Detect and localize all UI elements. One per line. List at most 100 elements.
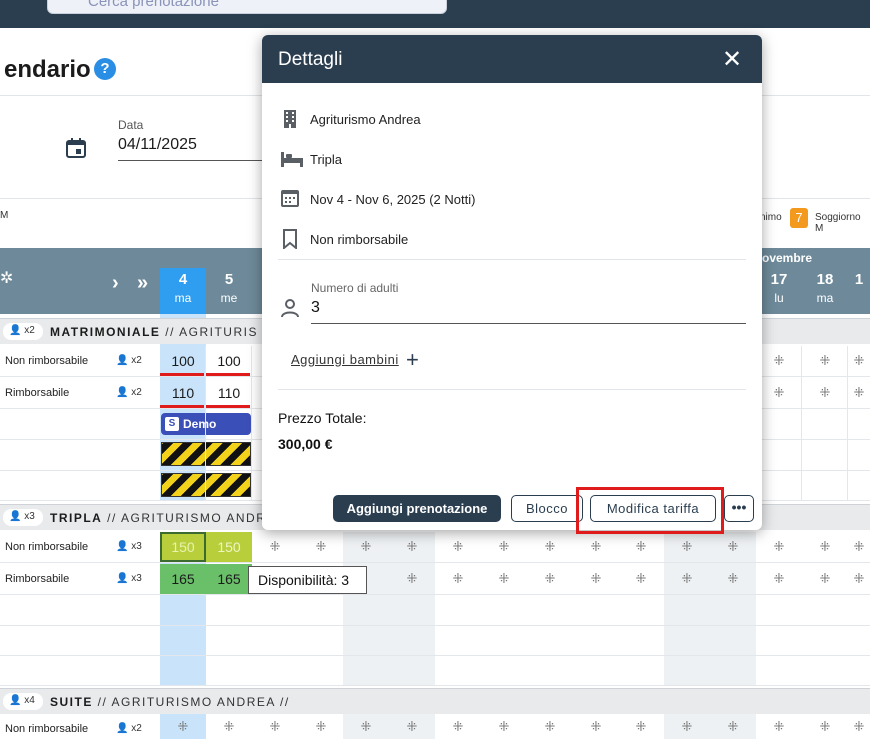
no-rate-icon[interactable]: ⁜: [756, 378, 802, 408]
legend-min-stay: nimo: [760, 212, 782, 223]
no-rate-icon[interactable]: ⁜: [389, 532, 435, 562]
day-column-header[interactable]: 5 me: [206, 268, 252, 314]
fast-forward-button[interactable]: »: [137, 272, 148, 295]
day-column-header[interactable]: 1: [848, 268, 870, 314]
day-column-header[interactable]: 4 ma: [160, 268, 206, 314]
block-button[interactable]: Blocco: [511, 495, 583, 522]
no-rate-icon[interactable]: ⁜: [343, 532, 389, 562]
no-rate-icon[interactable]: ⁜: [481, 714, 527, 739]
no-rate-icon[interactable]: ⁜: [389, 714, 435, 739]
no-rate-icon[interactable]: ⁜: [710, 714, 756, 739]
no-rate-icon[interactable]: ⁜: [573, 714, 619, 739]
no-rate-icon[interactable]: ⁜: [298, 532, 344, 562]
price-cell[interactable]: 100: [160, 346, 206, 376]
price-cell[interactable]: 165: [206, 564, 252, 594]
no-rate-icon[interactable]: ⁜: [618, 532, 664, 562]
no-rate-icon[interactable]: ⁜: [848, 564, 870, 594]
no-rate-icon[interactable]: ⁜: [343, 714, 389, 739]
no-rate-icon[interactable]: ⁜: [848, 714, 870, 739]
no-rate-icon[interactable]: ⁜: [435, 532, 481, 562]
no-rate-icon[interactable]: ⁜: [527, 714, 573, 739]
day-number: 1: [854, 271, 864, 288]
help-icon[interactable]: ?: [94, 58, 116, 80]
day-name: lu: [774, 291, 784, 305]
price-cell[interactable]: 165: [160, 564, 206, 594]
price-cell[interactable]: 110: [160, 378, 206, 408]
blocked-period-bar[interactable]: [161, 473, 251, 497]
adults-input[interactable]: 3: [311, 299, 320, 317]
blocked-period-bar[interactable]: [161, 442, 251, 466]
no-rate-icon[interactable]: ⁜: [664, 564, 710, 594]
no-rate-icon[interactable]: ⁜: [252, 714, 298, 739]
no-rate-icon[interactable]: ⁜: [206, 714, 252, 739]
no-rate-icon[interactable]: ⁜: [160, 714, 206, 739]
price-cell[interactable]: 150: [206, 532, 252, 562]
capacity-badge: 👤 x2: [3, 323, 43, 340]
no-rate-icon[interactable]: ⁜: [802, 714, 848, 739]
no-rate-icon[interactable]: ⁜: [573, 564, 619, 594]
capacity-badge: 👤 x3: [3, 509, 43, 526]
no-rate-icon[interactable]: ⁜: [756, 532, 802, 562]
booking-bar-demo[interactable]: S Demo: [161, 413, 251, 435]
no-rate-icon[interactable]: ⁜: [756, 564, 802, 594]
no-rate-icon[interactable]: ⁜: [710, 532, 756, 562]
no-rate-icon[interactable]: ⁜: [848, 346, 870, 376]
adults-underline: [311, 323, 746, 324]
person-icon: [281, 299, 299, 318]
no-rate-icon[interactable]: ⁜: [618, 564, 664, 594]
search-input[interactable]: Cerca prenotazione: [47, 0, 447, 14]
no-rate-icon[interactable]: ⁜: [252, 532, 298, 562]
date-underline: [118, 160, 268, 161]
close-icon[interactable]: ✕: [722, 45, 742, 74]
more-options-button[interactable]: •••: [724, 495, 754, 522]
no-rate-icon[interactable]: ⁜: [710, 564, 756, 594]
rate-capacity: 👤 x3: [116, 573, 142, 584]
no-rate-icon[interactable]: ⁜: [802, 346, 848, 376]
rate-capacity: 👤 x2: [116, 387, 142, 398]
day-column-header[interactable]: 17 lu: [756, 268, 802, 314]
highlight-underline: [206, 373, 250, 376]
rate-plan: Non rimborsabile: [310, 232, 409, 247]
no-rate-icon[interactable]: ⁜: [664, 532, 710, 562]
price-cell[interactable]: 150: [160, 532, 206, 562]
rate-capacity: 👤 x3: [116, 541, 142, 552]
rate-capacity: 👤 x2: [116, 355, 142, 366]
no-rate-icon[interactable]: ⁜: [802, 532, 848, 562]
settings-icon[interactable]: ✲: [0, 268, 13, 288]
no-rate-icon[interactable]: ⁜: [298, 714, 344, 739]
price-cell[interactable]: 100: [206, 346, 252, 376]
no-rate-icon[interactable]: ⁜: [481, 532, 527, 562]
no-rate-icon[interactable]: ⁜: [802, 564, 848, 594]
no-rate-icon[interactable]: ⁜: [527, 532, 573, 562]
no-rate-icon[interactable]: ⁜: [848, 378, 870, 408]
no-rate-icon[interactable]: ⁜: [802, 378, 848, 408]
no-rate-icon[interactable]: ⁜: [435, 564, 481, 594]
no-rate-icon[interactable]: ⁜: [756, 714, 802, 739]
room-type-title: SUITE // AGRITURISMO ANDREA //: [50, 695, 290, 709]
add-icon[interactable]: +: [406, 347, 419, 373]
room-type-header: 👤 x4 SUITE // AGRITURISMO ANDREA //: [0, 688, 870, 714]
day-column-header[interactable]: 18 ma: [802, 268, 848, 314]
day-name: me: [220, 291, 238, 305]
adults-label: Numero di adulti: [311, 281, 399, 295]
no-rate-icon[interactable]: ⁜: [481, 564, 527, 594]
no-rate-icon[interactable]: ⁜: [664, 714, 710, 739]
grid-line: [251, 346, 252, 500]
add-booking-button[interactable]: Aggiungi prenotazione: [333, 495, 501, 522]
next-day-button[interactable]: ›: [112, 272, 119, 295]
no-rate-icon[interactable]: ⁜: [435, 714, 481, 739]
no-rate-icon[interactable]: ⁜: [389, 564, 435, 594]
no-rate-icon[interactable]: ⁜: [848, 532, 870, 562]
booking-label: Demo: [183, 417, 217, 431]
legend-badge: 7: [790, 208, 808, 228]
price-cell[interactable]: 110: [206, 378, 252, 408]
add-children-link[interactable]: Aggiungi bambini: [291, 352, 399, 367]
no-rate-icon[interactable]: ⁜: [618, 714, 664, 739]
no-rate-icon[interactable]: ⁜: [573, 532, 619, 562]
no-rate-icon[interactable]: ⁜: [527, 564, 573, 594]
calendar-icon[interactable]: [64, 136, 88, 160]
date-input[interactable]: 04/11/2025: [118, 136, 197, 154]
highlight-underline: [160, 373, 204, 376]
no-rate-icon[interactable]: ⁜: [756, 346, 802, 376]
table-row: [0, 625, 870, 656]
